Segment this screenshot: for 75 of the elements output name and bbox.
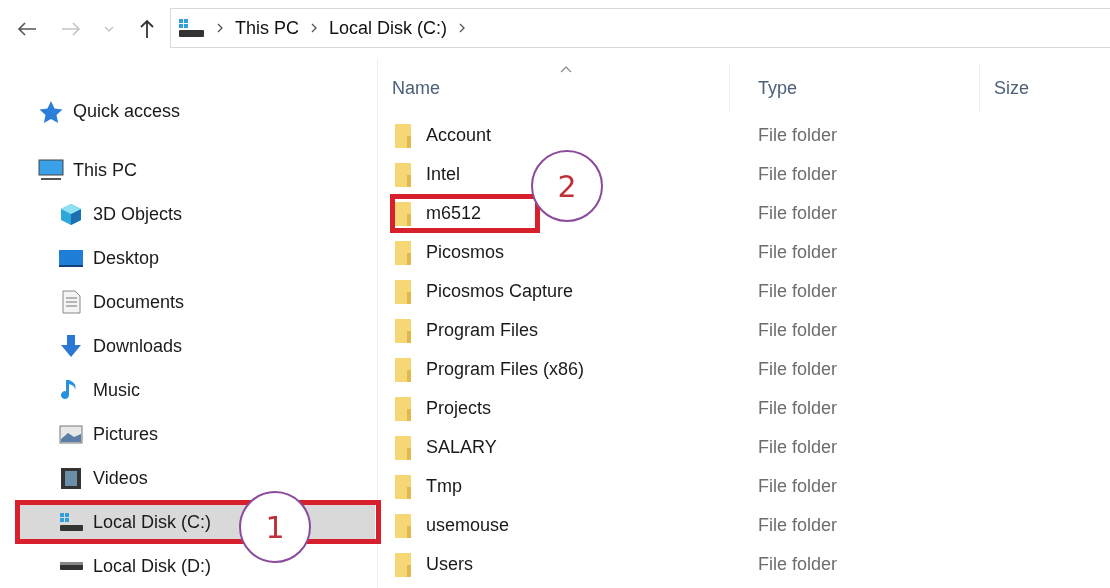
nav-label: Desktop — [93, 247, 160, 269]
callout-circle: 2 — [531, 150, 603, 222]
nav-item[interactable]: Pictures — [15, 412, 375, 457]
caret-icon — [104, 25, 114, 33]
sort-caret-icon — [559, 65, 572, 73]
nav-label: Pictures — [93, 423, 159, 445]
folder-icon — [394, 199, 412, 228]
file-name: SALARY — [426, 437, 497, 458]
nav-label: Music — [93, 379, 140, 401]
folder-icon — [394, 316, 412, 345]
file-type: File folder — [757, 398, 839, 419]
folder-icon — [394, 277, 412, 306]
chevron-icon — [309, 22, 319, 34]
file-name: Picosmos Capture — [426, 281, 574, 302]
folder-icon — [394, 160, 412, 189]
folder-icon — [394, 472, 412, 501]
nav-item[interactable]: Downloads — [15, 324, 375, 369]
nav-item[interactable]: 3D Objects — [15, 192, 375, 237]
nav-item[interactable]: Desktop — [15, 236, 375, 281]
file-type: File folder — [757, 281, 839, 302]
column-label: Name — [392, 77, 440, 99]
nav-label: This PC — [73, 159, 137, 181]
file-type: File folder — [757, 437, 839, 458]
nav-item[interactable]: This PC — [15, 148, 375, 193]
nav-label: Videos — [93, 467, 148, 489]
file-name: usemouse — [426, 515, 510, 536]
file-type: File folder — [757, 242, 839, 263]
drive-icon — [177, 17, 205, 39]
column-header[interactable]: Size — [980, 63, 1110, 113]
nav-item[interactable]: Music — [15, 368, 375, 413]
nav-label: 3D Objects — [93, 203, 183, 225]
folder-icon — [394, 550, 412, 579]
nav-label: Quick access — [73, 101, 181, 123]
nav-label: Documents — [93, 291, 185, 313]
folder-icon — [394, 433, 412, 462]
callout-circle: 1 — [239, 491, 311, 563]
file-type: File folder — [757, 515, 839, 536]
file-name: Picosmos — [426, 242, 505, 263]
folder-icon — [394, 394, 412, 423]
file-type: File folder — [757, 164, 839, 185]
left-arrow-icon — [17, 21, 37, 37]
address-bar[interactable]: This PC Local Disk (C:) — [170, 8, 1110, 48]
nav-item[interactable]: Quick access — [15, 92, 375, 132]
nav-label: Local Disk (C:) — [93, 511, 212, 533]
file-name: Projects — [426, 398, 492, 419]
column-label: Type — [758, 77, 798, 99]
file-type: File folder — [757, 320, 839, 341]
folder-icon — [394, 355, 412, 384]
column-label: Size — [994, 77, 1029, 99]
folder-icon — [394, 121, 412, 150]
file-name: Account — [426, 125, 492, 146]
file-name: Intel — [426, 164, 461, 185]
column-header[interactable]: Type — [730, 63, 980, 113]
breadcrumb[interactable]: Local Disk (C:) — [329, 17, 448, 39]
file-type: File folder — [757, 476, 839, 497]
file-name: Tmp — [426, 476, 462, 497]
file-name: m6512 — [426, 203, 482, 224]
file-type: File folder — [757, 554, 839, 575]
file-name: Program Files (x86) — [426, 359, 585, 380]
file-name: Users — [426, 554, 473, 575]
folder-icon — [394, 238, 412, 267]
chevron-icon — [215, 22, 225, 34]
breadcrumb[interactable]: This PC — [235, 17, 299, 39]
file-type: File folder — [757, 359, 839, 380]
drive-icon — [57, 561, 85, 572]
up-arrow-icon — [139, 19, 155, 39]
nav-label: Local Disk (D:) — [93, 555, 212, 577]
file-type: File folder — [757, 203, 839, 224]
nav-label: Downloads — [93, 335, 183, 357]
nav-item[interactable]: Documents — [15, 280, 375, 325]
right-arrow-icon — [61, 21, 81, 37]
folder-icon — [394, 511, 412, 540]
file-type: File folder — [757, 125, 839, 146]
column-header[interactable]: Name — [390, 63, 730, 113]
file-name: Program Files — [426, 320, 539, 341]
